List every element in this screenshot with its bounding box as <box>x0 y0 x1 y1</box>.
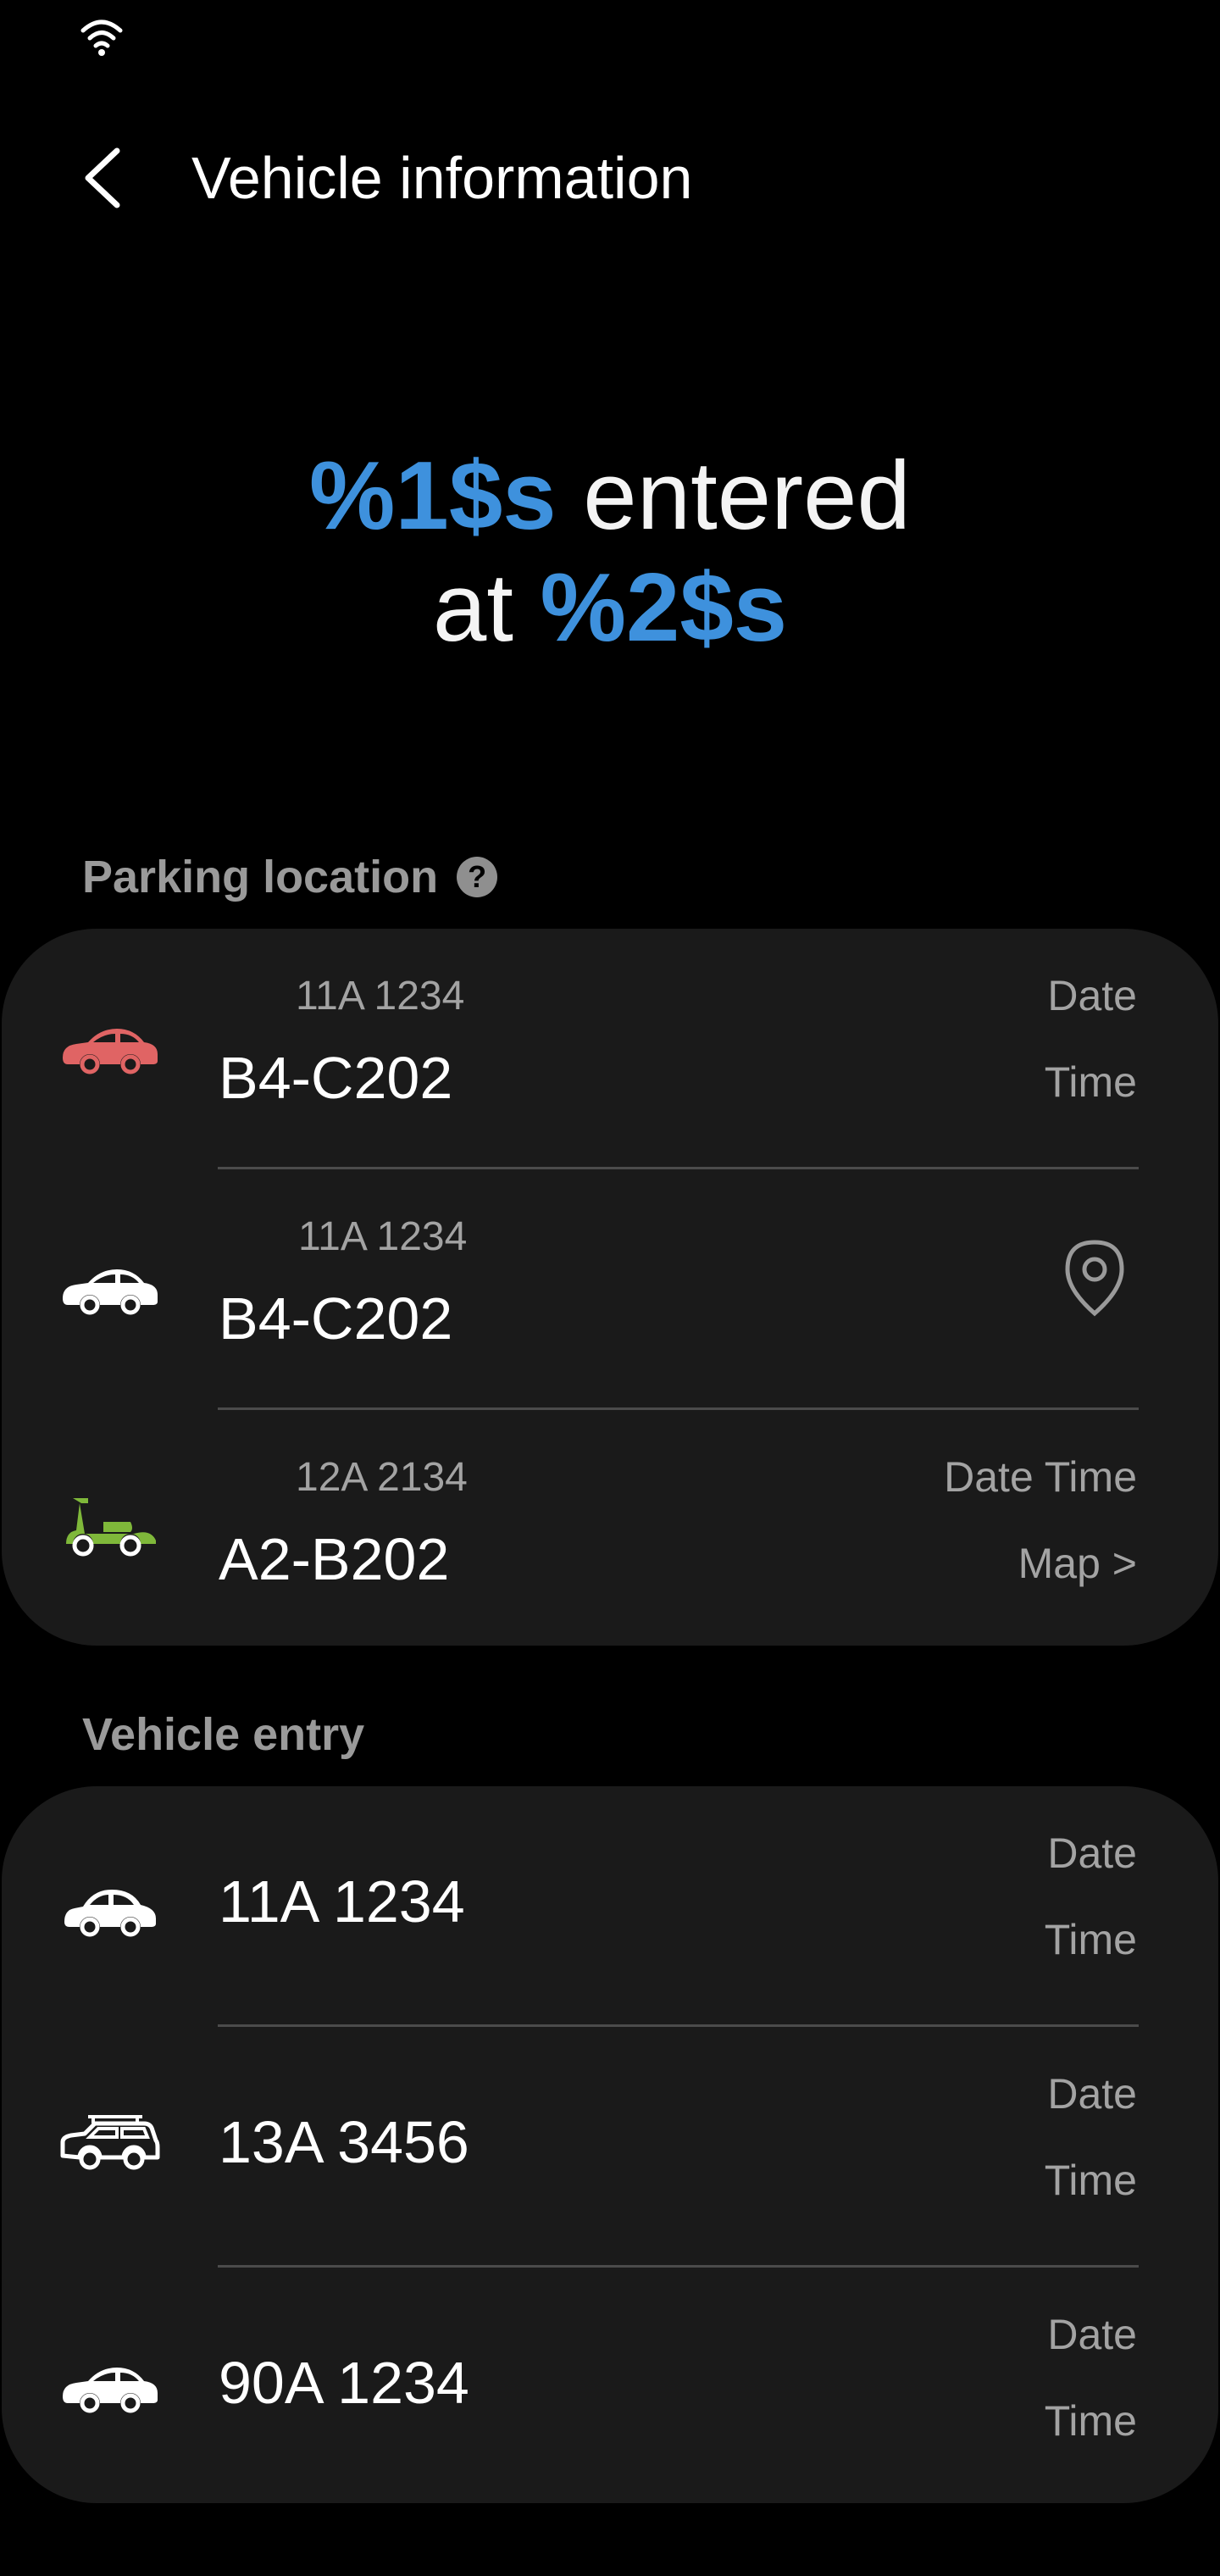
parking-row[interactable]: 11A 1234 B4-C202 <box>2 1169 1218 1410</box>
map-link[interactable]: Map > <box>1018 1539 1137 1588</box>
red-sedan-icon <box>63 1029 158 1074</box>
parking-location-title: Parking location <box>82 852 439 902</box>
location-pin-icon[interactable] <box>1061 1237 1128 1319</box>
entry-summary-line-2: at %2$s <box>0 552 1220 664</box>
entry-summary: %1$s entered at %2$s <box>0 441 1220 664</box>
vehicle-plate: 11A 1234 <box>298 1214 468 1259</box>
app-bar: Vehicle information <box>0 119 1220 237</box>
entered-text: entered <box>556 442 911 550</box>
vehicle-entry-title: Vehicle entry <box>82 1709 365 1760</box>
entry-row[interactable]: 90A 1234 Date Time <box>2 2268 1218 2508</box>
entry-summary-line-1: %1$s entered <box>0 441 1220 552</box>
vehicle-plate: 12A 2134 <box>296 1455 468 1500</box>
time-label: Time <box>1044 1058 1137 1106</box>
suv-icon <box>60 2115 160 2170</box>
white-sedan-icon <box>63 1269 158 1315</box>
wifi-icon <box>80 19 123 56</box>
date-label: Date <box>1047 1829 1137 1877</box>
vehicle-plate: 90A 1234 <box>219 2350 469 2416</box>
time-label: Time <box>1044 1916 1137 1963</box>
green-scooter-icon <box>66 1498 156 1557</box>
back-button[interactable] <box>59 136 144 220</box>
parking-row[interactable]: 11A 1234 B4-C202 Date Time <box>2 929 1218 1169</box>
white-hatchback-icon <box>64 1890 156 1937</box>
parking-spot: B4-C202 <box>219 1045 453 1111</box>
date-label: Date <box>1047 972 1137 1019</box>
entry-row[interactable]: 11A 1234 Date Time <box>2 1786 1218 2027</box>
parking-spot: B4-C202 <box>219 1285 453 1352</box>
time-label: Time <box>1044 2397 1137 2445</box>
entry-row[interactable]: 13A 3456 Date Time <box>2 2027 1218 2268</box>
status-bar <box>0 0 1220 76</box>
parking-spot: A2-B202 <box>219 1526 450 1592</box>
vehicle-entry-card: 11A 1234 Date Time 13A 3456 Date Time 90… <box>2 1786 1218 2503</box>
page-title: Vehicle information <box>191 145 693 211</box>
date-time-label: Date Time <box>944 1453 1137 1501</box>
back-arrow-icon <box>85 147 120 208</box>
vehicle-plate: 11A 1234 <box>296 974 465 1019</box>
vehicle-plate: 13A 3456 <box>219 2109 469 2175</box>
vehicle-entry-header: Vehicle entry <box>82 1708 364 1761</box>
date-label: Date <box>1047 2070 1137 2118</box>
parking-row[interactable]: 12A 2134 A2-B202 Date Time Map > <box>2 1410 1218 1651</box>
at-text: at <box>432 554 541 662</box>
white-sedan-icon <box>63 2368 158 2413</box>
vehicle-placeholder: %1$s <box>309 442 557 550</box>
help-icon[interactable]: ? <box>457 857 498 897</box>
parking-location-header: Parking location ? <box>82 851 498 903</box>
date-label: Date <box>1047 2311 1137 2358</box>
time-placeholder: %2$s <box>540 554 788 662</box>
time-label: Time <box>1044 2157 1137 2204</box>
parking-location-card: 11A 1234 B4-C202 Date Time 11A 1234 B4-C… <box>2 929 1218 1646</box>
vehicle-plate: 11A 1234 <box>219 1868 465 1935</box>
